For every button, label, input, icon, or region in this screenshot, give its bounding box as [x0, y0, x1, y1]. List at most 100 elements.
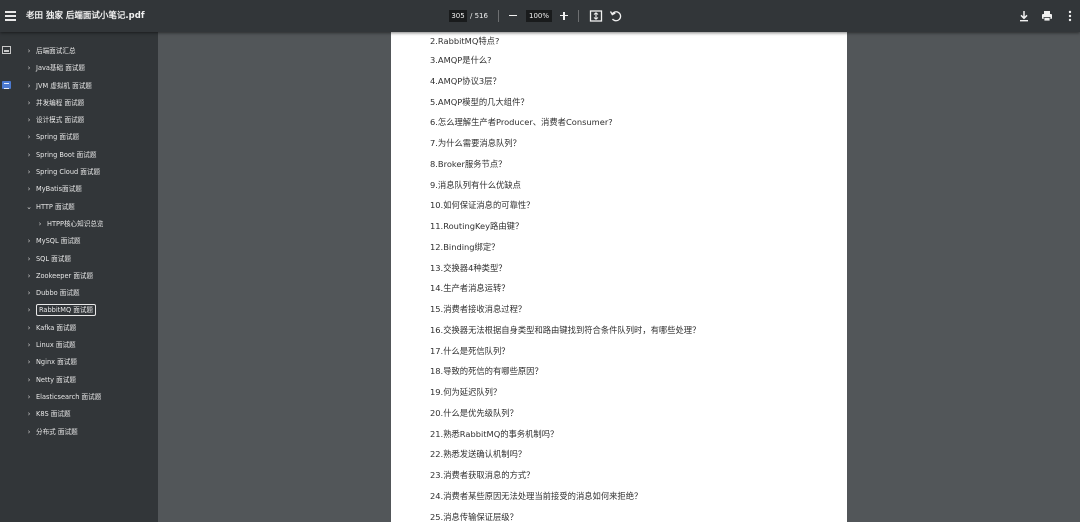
sidebar-item[interactable]: › K8S 面试题 — [22, 406, 156, 423]
chevron-right-icon[interactable]: › — [22, 354, 36, 371]
chevron-right-icon[interactable]: › — [22, 164, 36, 181]
chevron-right-icon[interactable]: › — [22, 95, 36, 112]
zoom-input[interactable]: 100% — [526, 10, 552, 22]
chevron-right-icon[interactable]: › — [22, 147, 36, 164]
sidebar-item-label: HTTP 面试题 — [36, 202, 75, 211]
chevron-right-icon[interactable]: › — [22, 406, 36, 423]
chevron-right-icon[interactable]: › — [22, 424, 36, 441]
question-item: 3.AMQP是什么? — [430, 55, 492, 65]
sidebar-item[interactable]: › Spring 面试题 — [22, 129, 156, 146]
sidebar-item-label: JVM 虚拟机 面试题 — [36, 81, 92, 90]
chevron-right-icon[interactable]: › — [22, 78, 36, 95]
chevron-right-icon[interactable]: › — [22, 60, 36, 77]
sidebar-item[interactable]: › 并发编程 面试题 — [22, 95, 156, 112]
sidebar-item[interactable]: › 后端面试汇总 — [22, 43, 156, 60]
question-item: 2.RabbitMQ特点? — [430, 36, 500, 46]
sidebar-item[interactable]: › Netty 面试题 — [22, 372, 156, 389]
sidebar-item[interactable]: › Java基础 面试题 — [22, 60, 156, 77]
sidebar-item[interactable]: › Linux 面试题 — [22, 337, 156, 354]
question-item: 11.RoutingKey路由键？ — [430, 221, 524, 231]
chevron-right-icon[interactable]: › — [22, 302, 36, 319]
question-item: 22.熟悉发送确认机制吗？ — [430, 449, 527, 460]
sidebar-item-label: 后端面试汇总 — [36, 47, 76, 55]
sidebar-item[interactable]: › 设计模式 面试题 — [22, 112, 156, 129]
sidebar-item-label: RabbitMQ 面试题 — [36, 304, 97, 317]
sidebar-tabs — [0, 32, 14, 522]
question-item: 14.生产者消息运转？ — [430, 283, 510, 294]
print-icon[interactable] — [1039, 8, 1055, 24]
sidebar-item[interactable]: › HTPP核心知识总览 — [22, 216, 156, 233]
question-item: 25.消息传输保证层级？ — [430, 511, 518, 522]
menu-icon[interactable] — [2, 6, 22, 26]
question-item: 19.何为延迟队列？ — [430, 387, 502, 397]
sidebar-item[interactable]: › Zookeeper 面试题 — [22, 268, 156, 285]
sidebar-item[interactable]: › Nginx 面试题 — [22, 354, 156, 371]
chevron-right-icon[interactable]: › — [22, 285, 36, 302]
sidebar-item-label: Spring Boot 面试题 — [36, 150, 97, 159]
sidebar-item[interactable]: › SQL 面试题 — [22, 251, 156, 268]
download-icon[interactable] — [1016, 8, 1032, 24]
sidebar-item[interactable]: › MyBatis面试题 — [22, 181, 156, 198]
sidebar-item[interactable]: › RabbitMQ 面试题 — [22, 302, 156, 319]
document-viewer[interactable]: 2.RabbitMQ特点? 3.AMQP是什么? 4.AMQP协议3层？ 5.AMQP… — [158, 32, 1080, 522]
question-item: 7.为什么需要消息队列？ — [430, 138, 521, 148]
sidebar-item-label: K8S 面试题 — [36, 410, 71, 419]
page-number-input[interactable]: 305 — [449, 10, 467, 22]
page-total: / 516 — [470, 12, 488, 20]
question-item: 21.熟悉RabbitMQ的事务机制吗？ — [430, 428, 559, 439]
question-item: 23.消费者获取消息的方式？ — [430, 470, 535, 480]
sidebar-item[interactable]: ⌄ HTTP 面试题 — [22, 199, 156, 216]
question-item: 17.什么是死信队列？ — [430, 345, 510, 356]
sidebar-item-label: 并发编程 面试题 — [36, 98, 85, 107]
toolbar: 老田 独家 后端面试小笔记.pdf 305 / 516 100% — [0, 0, 1080, 32]
sidebar-item[interactable]: › Dubbo 面试题 — [22, 285, 156, 302]
chevron-right-icon[interactable]: › — [22, 268, 36, 285]
pdf-viewer: 老田 独家 后端面试小笔记.pdf 305 / 516 100% › 后端面试汇总… — [0, 0, 1080, 522]
pdf-page: 2.RabbitMQ特点? 3.AMQP是什么? 4.AMQP协议3层？ 5.AMQP… — [391, 32, 847, 522]
sidebar-item-label: MySQL 面试题 — [36, 237, 81, 246]
sidebar-item-label: Nginx 面试题 — [36, 358, 77, 367]
chevron-right-icon[interactable]: › — [22, 320, 36, 337]
chevron-right-icon[interactable]: › — [22, 233, 36, 250]
sidebar-item[interactable]: › Spring Cloud 面试题 — [22, 164, 156, 181]
chevron-down-icon[interactable]: ⌄ — [22, 199, 36, 216]
question-item: 8.Broker服务节点？ — [430, 158, 507, 169]
sidebar-item[interactable]: › Kafka 面试题 — [22, 320, 156, 337]
chevron-right-icon[interactable]: › — [22, 129, 36, 146]
chevron-right-icon[interactable]: › — [22, 337, 36, 354]
chevron-right-icon[interactable]: › — [22, 251, 36, 268]
question-list: 2.RabbitMQ特点? 3.AMQP是什么? 4.AMQP协议3层？ 5.AMQP… — [430, 32, 840, 522]
rotate-icon[interactable] — [608, 8, 624, 24]
question-item: 15.消费者接收消息过程？ — [430, 304, 527, 314]
zoom-out-icon[interactable] — [507, 8, 519, 24]
outline-icon[interactable] — [2, 81, 11, 89]
sidebar-item-label: Dubbo 面试题 — [36, 289, 80, 298]
fit-page-icon[interactable] — [588, 8, 604, 24]
sidebar: › 后端面试汇总 › Java基础 面试题 › JVM 虚拟机 面试题 › 并发编程 面试题 ›… — [0, 32, 158, 522]
zoom-in-icon[interactable] — [558, 8, 570, 24]
chevron-right-icon[interactable]: › — [22, 389, 36, 406]
more-vert-icon[interactable] — [1062, 8, 1078, 24]
question-item: 10.如何保证消息的可靠性？ — [430, 200, 535, 211]
sidebar-item[interactable]: › Spring Boot 面试题 — [22, 147, 156, 164]
question-item: 18.导致的死信的有哪些原因？ — [430, 366, 543, 377]
sidebar-item[interactable]: › MySQL 面试题 — [22, 233, 156, 250]
question-item: 5.AMQP模型的几大组件？ — [430, 96, 529, 107]
sidebar-item[interactable]: › 分布式 面试题 — [22, 424, 156, 441]
question-item: 12.Binding绑定？ — [430, 241, 500, 252]
chevron-right-icon[interactable]: › — [22, 181, 36, 198]
sidebar-item[interactable]: › Elasticsearch 面试题 — [22, 389, 156, 406]
sidebar-item-label: Zookeeper 面试题 — [36, 271, 94, 280]
chevron-right-icon[interactable]: › — [22, 43, 36, 60]
chevron-right-icon[interactable]: › — [22, 372, 36, 389]
question-item: 6.怎么理解生产者Producer、消费者Consumer? — [430, 117, 613, 128]
sidebar-item-label: Netty 面试题 — [36, 375, 76, 384]
sidebar-item[interactable]: › JVM 虚拟机 面试题 — [22, 78, 156, 95]
question-item: 13.交换器4种类型？ — [430, 262, 507, 273]
chevron-right-icon[interactable]: › — [33, 216, 47, 233]
chevron-right-icon[interactable]: › — [22, 112, 36, 129]
thumbnails-icon[interactable] — [2, 46, 11, 54]
sidebar-item-label: MyBatis面试题 — [36, 185, 82, 194]
sidebar-item-label: Spring 面试题 — [36, 133, 80, 142]
document-title: 老田 独家 后端面试小笔记.pdf — [26, 11, 145, 21]
